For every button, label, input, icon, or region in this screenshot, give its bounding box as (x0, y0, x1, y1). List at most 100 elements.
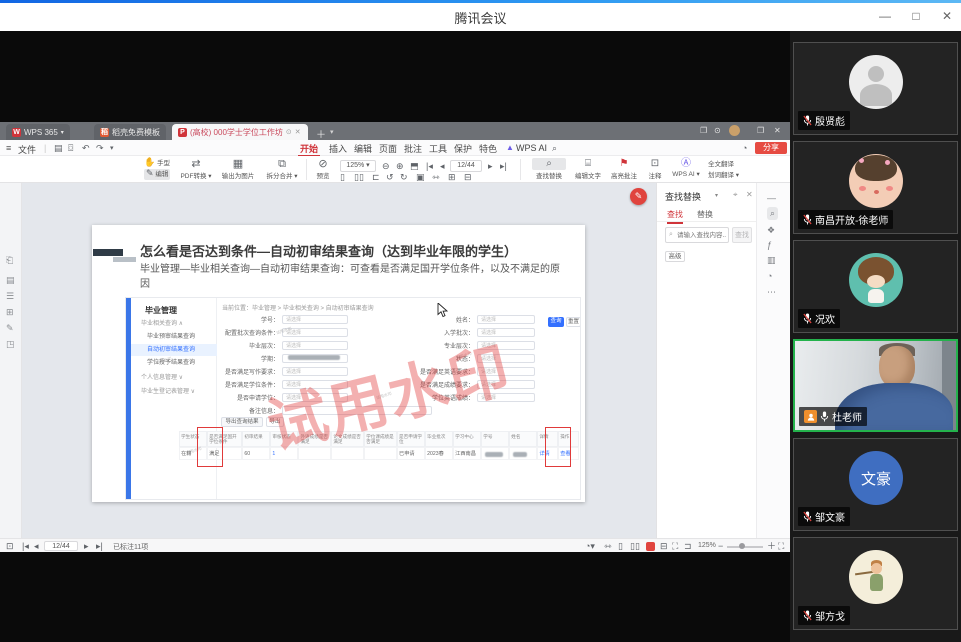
fit-screen-icon[interactable]: ⛶ (778, 542, 784, 551)
ribbon-tab-protect[interactable]: 保护 (452, 142, 474, 155)
docer-template-tab[interactable]: 稻 稻壳免费模板 (94, 124, 166, 140)
next-page-icon[interactable]: ▸ (84, 542, 89, 551)
fit-width-icon[interactable]: ⇿ (604, 542, 612, 551)
ribbon-tab-tools[interactable]: 工具 (427, 142, 449, 155)
reading-mode-icon[interactable]: ⊟ (464, 173, 472, 182)
sidebar-item-registration-form[interactable]: 毕业生登记表管理 ∨ (131, 386, 217, 398)
form-input[interactable]: 请选择 (477, 354, 535, 363)
participant-tile[interactable]: 况欢 (793, 240, 958, 333)
fullscreen-icon[interactable]: ⛶ (672, 542, 678, 551)
page-layout-icon[interactable]: ⊡ (6, 542, 14, 551)
reset-button[interactable]: 重置 (566, 317, 581, 327)
form-input[interactable]: 请选择 (282, 380, 348, 389)
highlight-button[interactable]: ⚑高亮批注 (608, 158, 640, 180)
fit-window-icon[interactable]: ⊞ (448, 173, 456, 182)
search-icon[interactable]: ⌕ (552, 144, 557, 153)
fit-page-icon[interactable]: ⬒ (410, 162, 419, 171)
first-page-icon[interactable]: |◂ (426, 162, 433, 171)
sidebar-item-degree-result[interactable]: 学位授予结果查询 (131, 357, 217, 369)
continuous-icon[interactable]: ⊏ (372, 173, 380, 182)
form-input[interactable]: 请选择 (477, 367, 535, 376)
prev-page-icon[interactable]: ◂ (440, 162, 445, 171)
form-input[interactable] (282, 354, 348, 363)
wps-home-tab[interactable]: W WPS 365 ▾ (6, 124, 70, 140)
attachment-icon[interactable]: ⊞ (6, 307, 14, 318)
query-button[interactable]: 查询 (548, 317, 564, 327)
participant-tile[interactable]: 殷贤彪 (793, 42, 958, 135)
ribbon-tab-page[interactable]: 页面 (377, 142, 399, 155)
collapse-icon[interactable]: — (767, 193, 776, 203)
rotate-right-icon[interactable]: ↻ (400, 173, 408, 182)
share-button[interactable]: 分享 (755, 142, 787, 154)
prev-page-icon[interactable]: ◂ (34, 542, 39, 551)
pin-icon[interactable]: ⌖ (733, 190, 738, 200)
form-input[interactable]: 请选择 (477, 380, 535, 389)
darken-text-icon[interactable]: ▣ (416, 173, 425, 182)
wps-ai-button[interactable]: ⒶWPS AI ▾ (670, 158, 702, 178)
zoom-in-icon[interactable]: ＋ (767, 542, 776, 551)
sidebar-item-personal-info[interactable]: 个人信息管理 ∨ (131, 372, 217, 384)
edit-tool-button[interactable]: ✎ 编辑 (144, 169, 170, 180)
bookmark-icon[interactable]: ⎗ (6, 255, 13, 266)
file-menu[interactable]: 文件 (18, 143, 36, 156)
chevron-down-icon[interactable]: ▾ (715, 192, 718, 199)
zoom-slider-knob[interactable] (739, 543, 745, 549)
wps-minimize-icon[interactable]: ❐ (757, 126, 764, 135)
form-input[interactable]: 请选择 (282, 328, 348, 337)
thumbnail-icon[interactable]: ▤ (6, 275, 15, 286)
export-image-button[interactable]: ▦输出为图片 (216, 158, 260, 180)
double-page-icon[interactable]: ▯▯ (354, 173, 364, 182)
form-input[interactable]: 请选择 (477, 393, 535, 402)
wps-ai-menu[interactable]: WPS AI (516, 143, 547, 153)
search-tool-icon[interactable]: ⌕ (767, 207, 778, 220)
sidebar-item-graduation-query-group[interactable]: 毕业相关查询 ∧ (131, 318, 217, 330)
undo-icon[interactable]: ↶ (82, 144, 90, 153)
edit-text-button[interactable]: ⌸编辑文字 (572, 158, 604, 180)
new-tab-button[interactable]: ＋ (316, 126, 326, 141)
double-page-icon[interactable]: ▯▯ (630, 542, 640, 551)
close-tab-icon[interactable]: ✕ (295, 128, 301, 136)
ribbon-tab-home[interactable]: 开始 (298, 142, 320, 157)
close-button[interactable]: ✕ (934, 6, 960, 26)
maximize-button[interactable]: □ (903, 6, 929, 26)
pdf-convert-button[interactable]: ⇄PDF转换 ▾ (176, 158, 216, 180)
form-input[interactable]: 请选择 (282, 341, 348, 350)
redo-icon[interactable]: ↷ (96, 144, 104, 153)
book-view-icon[interactable]: ⊟ (660, 542, 668, 551)
zoom-out-icon[interactable]: ⊖ (382, 162, 390, 171)
zoom-out-icon[interactable]: − (718, 542, 723, 551)
tab-list-icon[interactable]: ▾ (330, 128, 334, 136)
sidebar-item-pre-review[interactable]: 毕业预审结果查询 (131, 331, 217, 343)
sign-icon[interactable]: ◳ (6, 339, 15, 350)
restore-window-icon[interactable]: ❐ (700, 126, 707, 135)
help-circle-icon[interactable]: ◔ (767, 271, 772, 281)
form-input[interactable]: 请选择 (477, 341, 535, 350)
zoom-in-icon[interactable]: ⊕ (396, 162, 404, 171)
active-view-icon[interactable] (646, 542, 655, 551)
find-replace-button[interactable]: ⌕查找替换 (532, 158, 566, 180)
participant-tile[interactable]: 南昌开放-徐老师 (793, 141, 958, 234)
ribbon-tab-edit[interactable]: 编辑 (352, 142, 374, 155)
page-number-input[interactable]: 12/44 (450, 160, 482, 172)
participant-tile[interactable]: 邹方戈 (793, 537, 958, 630)
ribbon-tab-special[interactable]: 特色 (477, 142, 499, 155)
participant-tile[interactable]: 文豪 邹方戈 邹文豪 (793, 438, 958, 531)
chevron-down-icon[interactable]: ▾ (110, 145, 114, 152)
zoom-select[interactable]: 125% ▾ (340, 160, 376, 172)
export-button[interactable]: 导出 (266, 417, 284, 427)
hamburger-icon[interactable]: ≡ (6, 143, 11, 153)
wps-close-icon[interactable]: ✕ (774, 126, 781, 135)
form-input[interactable]: 请选择 (282, 367, 348, 376)
outline-icon[interactable]: ☰ (6, 291, 14, 302)
print-icon[interactable]: ⌼ (68, 144, 73, 153)
first-page-icon[interactable]: |◂ (22, 542, 29, 551)
form-input[interactable]: 请选择 (477, 328, 535, 337)
last-page-icon[interactable]: ▸| (500, 162, 507, 171)
form-input[interactable]: 请选择 (282, 393, 348, 402)
last-page-icon[interactable]: ▸| (96, 542, 103, 551)
form-input[interactable] (282, 406, 432, 415)
rotate-left-icon[interactable]: ↺ (386, 173, 394, 182)
ribbon-tab-insert[interactable]: 插入 (327, 142, 349, 155)
account-avatar[interactable] (729, 125, 740, 136)
single-page-icon[interactable]: ▯ (340, 173, 345, 182)
